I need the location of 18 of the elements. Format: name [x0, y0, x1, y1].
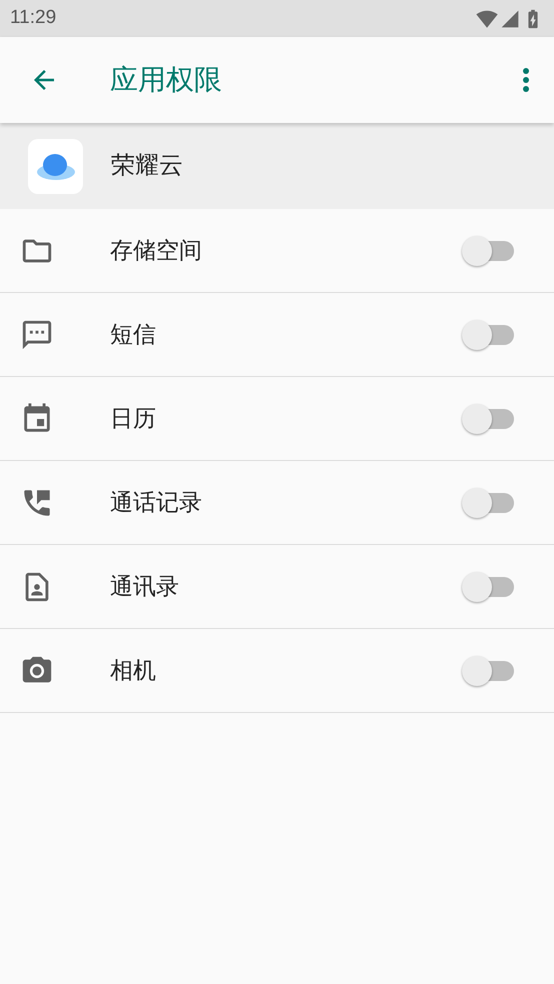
signal-icon	[500, 8, 520, 28]
permission-row[interactable]: 短信	[0, 293, 554, 377]
permission-label: 短信	[110, 320, 156, 350]
page-title: 应用权限	[110, 63, 222, 97]
permission-row[interactable]: 存储空间	[0, 209, 554, 293]
permission-row[interactable]: 通讯录	[0, 545, 554, 629]
permission-label: 相机	[110, 656, 156, 686]
permission-label: 存储空间	[110, 236, 202, 266]
app-logo-icon	[28, 138, 83, 194]
permission-label: 通讯录	[110, 572, 179, 602]
more-icon	[523, 68, 529, 92]
status-time: 11:29	[10, 6, 56, 30]
permission-row[interactable]: 日历	[0, 377, 554, 461]
app-name: 荣耀云	[111, 151, 183, 181]
permission-row[interactable]: 相机	[0, 629, 554, 713]
permission-label: 通话记录	[110, 488, 202, 518]
permission-row[interactable]: 通话记录	[0, 461, 554, 545]
permission-label: 日历	[110, 404, 156, 434]
